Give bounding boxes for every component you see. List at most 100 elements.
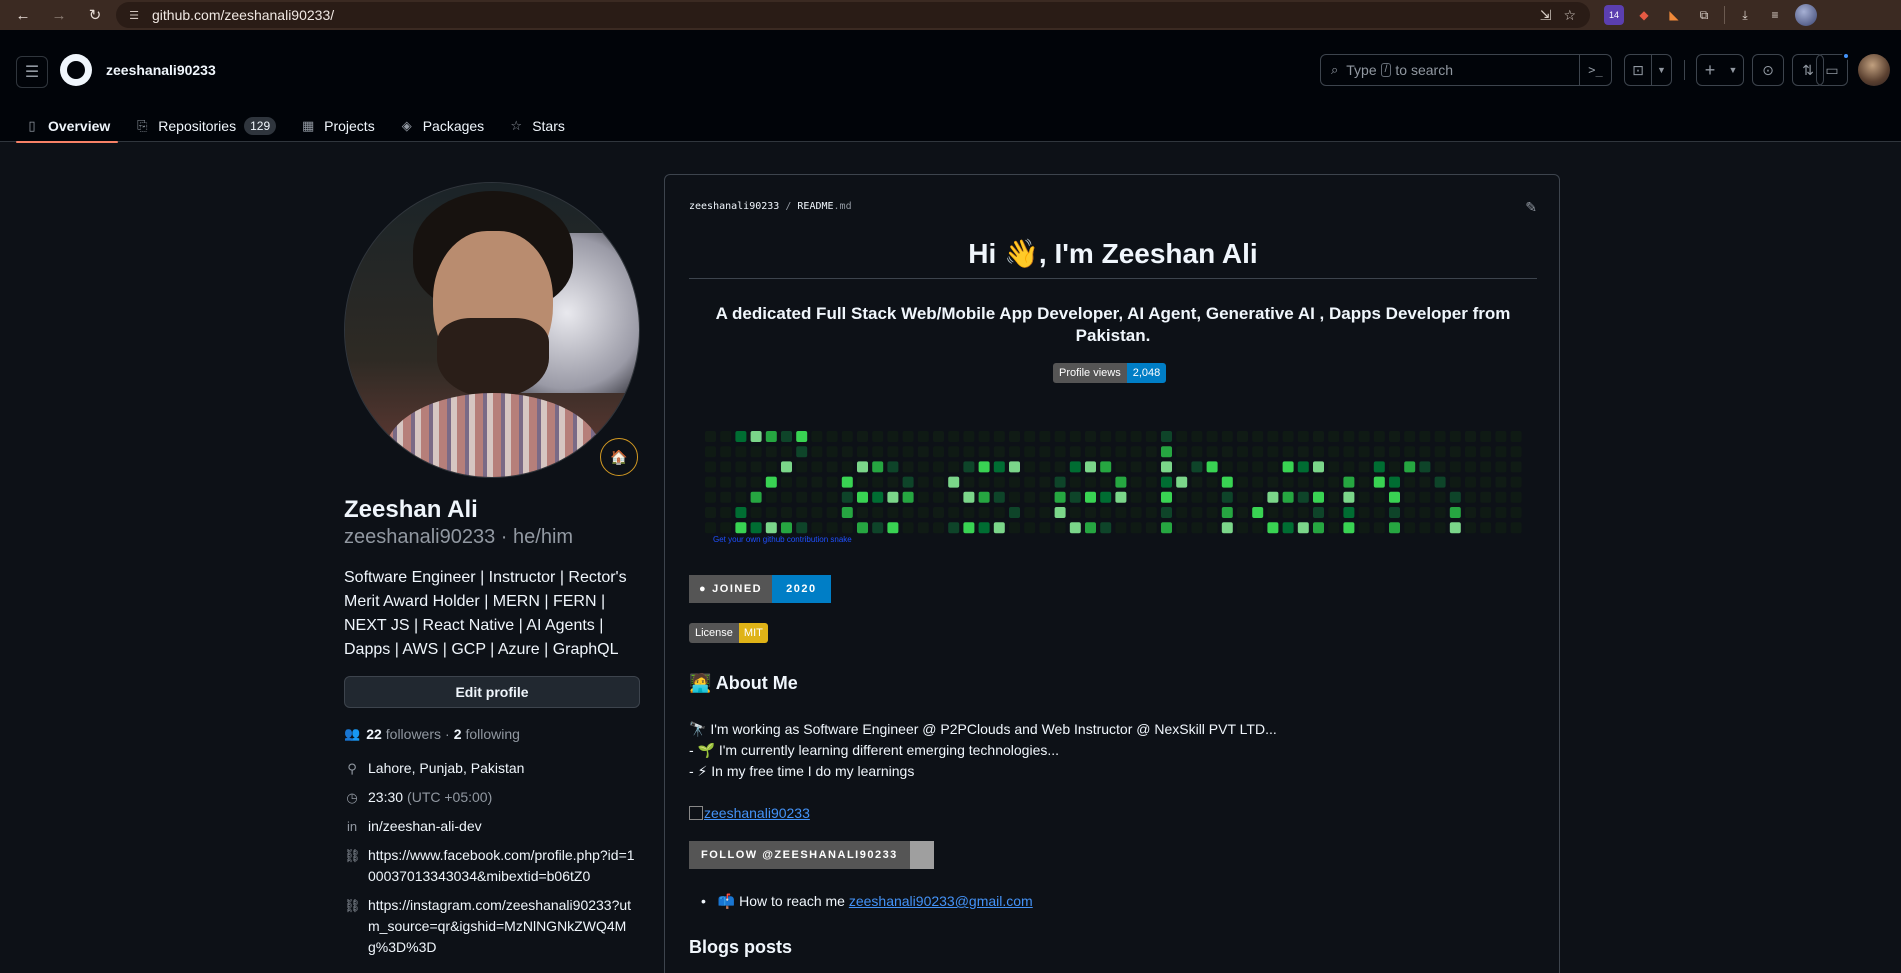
- contribution-cell: [1206, 431, 1218, 442]
- contribution-cell: [1404, 446, 1416, 458]
- command-palette-icon[interactable]: >_: [1579, 55, 1611, 85]
- copilot-button[interactable]: ⊡ ▼: [1624, 54, 1672, 86]
- contribution-cell: [1419, 491, 1431, 503]
- contribution-cell: [1130, 461, 1142, 473]
- issues-button[interactable]: ⊙: [1752, 54, 1784, 86]
- joined-badge: ● JOINED 2020: [689, 575, 831, 603]
- contribution-cell: [1039, 461, 1051, 473]
- broken-image-alt: zeeshanali90233: [704, 805, 810, 821]
- inbox-button[interactable]: ▭: [1816, 52, 1850, 86]
- reading-list-icon[interactable]: ≡: [1765, 5, 1785, 25]
- contribution-cell: [978, 507, 990, 518]
- contribution-cell: [1009, 522, 1020, 534]
- site-info-icon[interactable]: ☰: [126, 7, 142, 23]
- profile-avatar[interactable]: [344, 182, 640, 478]
- contribution-cell: [917, 507, 929, 518]
- contribution-cell: [796, 491, 808, 503]
- contribution-cell: [720, 507, 732, 518]
- follow-badge[interactable]: FOLLOW @ZEESHANALI90233: [689, 841, 934, 869]
- status-emoji-button[interactable]: 🏠: [600, 438, 638, 476]
- contribution-cell-active: [1252, 507, 1264, 518]
- following-link[interactable]: following: [465, 726, 519, 742]
- extension-count: 14: [1608, 10, 1619, 20]
- snake-caption[interactable]: Get your own github contribution snake: [713, 535, 852, 544]
- linkedin-link[interactable]: in/zeeshan-ali-dev: [368, 816, 482, 837]
- contribution-cell: [887, 446, 899, 458]
- contribution-cell-active: [1161, 522, 1172, 534]
- contribution-cell: [1465, 431, 1476, 442]
- contribution-cell: [1267, 446, 1279, 458]
- contribution-cell: [902, 431, 914, 442]
- metamask-icon[interactable]: ◣: [1664, 5, 1684, 25]
- broken-image-link[interactable]: zeeshanali90233: [689, 805, 810, 821]
- edit-pencil-icon[interactable]: ✎: [1525, 199, 1537, 216]
- address-bar[interactable]: ☰ github.com/zeeshanali90233/ ⇲ ☆: [116, 2, 1590, 28]
- contribution-cell-active: [963, 491, 975, 503]
- tab-overview[interactable]: ▯ Overview: [16, 110, 119, 143]
- bookmark-star-icon[interactable]: ☆: [1563, 7, 1576, 24]
- reload-icon[interactable]: ↻: [80, 2, 110, 28]
- contribution-cell: [1373, 446, 1385, 458]
- contribution-cell-active: [1389, 522, 1400, 534]
- readme-path-user[interactable]: zeeshanali90233: [689, 201, 779, 212]
- tab-packages[interactable]: ◈ Packages: [391, 110, 492, 142]
- user-avatar[interactable]: [1858, 54, 1890, 86]
- contribution-cell-active: [1221, 507, 1233, 518]
- download-icon[interactable]: ⤓: [1735, 5, 1755, 25]
- forward-icon[interactable]: →: [44, 2, 74, 28]
- extensions-puzzle-icon[interactable]: ⧉: [1694, 5, 1714, 25]
- contribution-cell-active: [735, 522, 747, 534]
- contribution-cell: [720, 491, 732, 503]
- header-username[interactable]: zeeshanali90233: [106, 62, 216, 78]
- follow-badge-label: FOLLOW @ZEESHANALI90233: [689, 841, 910, 869]
- contribution-cell: [826, 476, 838, 488]
- address-url[interactable]: github.com/zeeshanali90233/: [152, 7, 1540, 23]
- hamburger-menu-button[interactable]: ☰: [16, 56, 48, 88]
- tab-projects[interactable]: ▦ Projects: [292, 110, 383, 142]
- contribution-cell-active: [1221, 476, 1233, 488]
- readme-subtitle: A dedicated Full Stack Web/Mobile App De…: [715, 304, 1511, 345]
- back-icon[interactable]: ←: [8, 2, 38, 28]
- github-header: ☰ zeeshanali90233 ⌕ Type / to search >_ …: [0, 30, 1901, 143]
- contribution-cell: [948, 507, 960, 518]
- contribution-cell: [811, 476, 823, 488]
- contribution-cell-active: [978, 491, 990, 503]
- contribution-cell-active: [1054, 491, 1066, 503]
- create-new-button[interactable]: + ▼: [1696, 54, 1744, 86]
- contribution-cell-active: [1313, 461, 1324, 473]
- tab-stars[interactable]: ☆ Stars: [500, 110, 573, 142]
- search-input[interactable]: ⌕ Type / to search >_: [1320, 54, 1612, 86]
- about-line: - 🌱 I'm currently learning different eme…: [689, 742, 1060, 758]
- facebook-link[interactable]: https://www.facebook.com/profile.php?id=…: [368, 845, 640, 887]
- install-app-icon[interactable]: ⇲: [1540, 7, 1552, 24]
- contribution-cell: [1176, 461, 1188, 473]
- contribution-cell-active: [1100, 461, 1112, 473]
- tab-repositories[interactable]: ⎘ Repositories 129: [126, 110, 284, 142]
- contribution-cell-active: [1313, 522, 1324, 534]
- contribution-cell: [1434, 491, 1446, 503]
- contribution-cell: [1191, 491, 1203, 503]
- email-link[interactable]: zeeshanali90233@gmail.com: [849, 893, 1033, 909]
- clock-icon: ◷: [346, 790, 358, 805]
- contribution-cell: [1100, 476, 1112, 488]
- github-logo-icon[interactable]: [60, 54, 92, 86]
- contribution-cell-active: [1449, 491, 1461, 503]
- extension-badge-icon[interactable]: 14: [1604, 5, 1624, 25]
- chevron-down-icon[interactable]: ▼: [1651, 55, 1671, 85]
- contribution-cell: [811, 431, 823, 442]
- license-badge: License MIT: [689, 623, 768, 643]
- extension-red-icon[interactable]: ◆: [1634, 5, 1654, 25]
- profile-tabs: ▯ Overview ⎘ Repositories 129 ▦ Projects…: [16, 110, 581, 143]
- instagram-link[interactable]: https://instagram.com/zeeshanali90233?ut…: [368, 895, 640, 958]
- followers-link[interactable]: followers: [386, 726, 441, 742]
- timezone: (UTC +05:00): [407, 789, 493, 805]
- contribution-cell: [857, 431, 868, 442]
- browser-profile-avatar[interactable]: [1795, 4, 1817, 26]
- contribution-cell-active: [1419, 461, 1431, 473]
- contribution-cell-active: [887, 491, 899, 503]
- contribution-cell: [1024, 491, 1036, 503]
- contribution-cell: [1237, 431, 1248, 442]
- contribution-cell: [902, 446, 914, 458]
- edit-profile-button[interactable]: Edit profile: [344, 676, 640, 708]
- contribution-cell: [811, 461, 823, 473]
